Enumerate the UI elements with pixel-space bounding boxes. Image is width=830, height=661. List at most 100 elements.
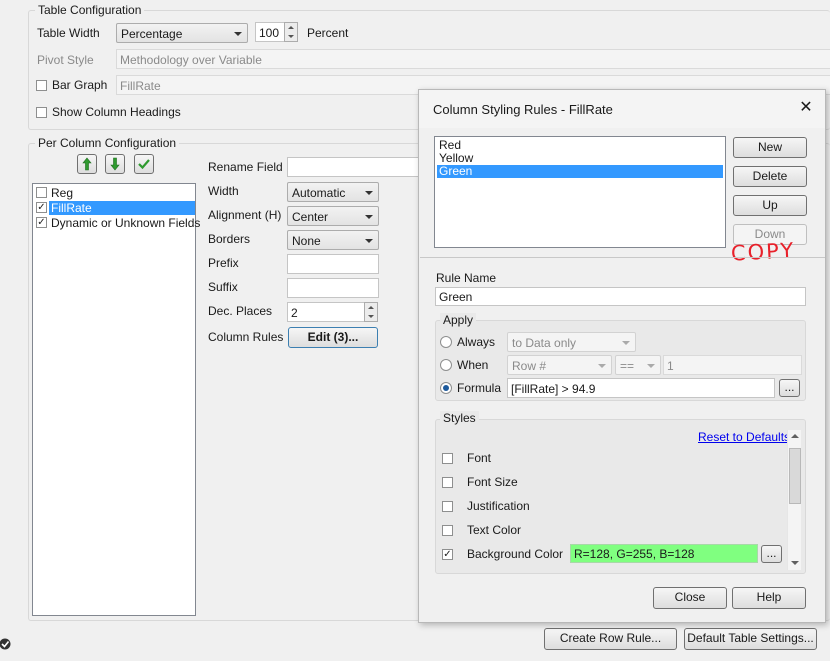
when-field-select: Row # [507,355,612,375]
text-color-label[interactable]: Text Color [467,523,521,537]
when-operator-select: == [615,355,661,375]
bar-graph-label[interactable]: Bar Graph [52,78,107,92]
reset-to-defaults-link[interactable]: Reset to Defaults [698,430,790,444]
formula-radio[interactable] [440,382,452,394]
move-rule-up-button[interactable]: Up [733,195,807,216]
dialog-titlebar[interactable]: Column Styling Rules - FillRate ✕ [419,90,825,128]
close-icon[interactable]: ✕ [797,99,815,117]
green-checkmark-icon [138,159,150,170]
scroll-down-icon[interactable] [788,557,802,569]
check-all-button[interactable] [134,154,154,174]
formula-input[interactable]: [FillRate] > 94.9 [507,378,775,398]
edit-column-rules-button[interactable]: Edit (3)... [288,327,378,348]
chevron-down-icon [598,364,606,368]
field-label: FillRate [49,201,195,215]
background-color-pick-button[interactable]: ... [761,545,782,563]
font-size-checkbox[interactable] [442,477,453,488]
table-width-value-input[interactable]: 100 [255,22,285,42]
formula-label[interactable]: Formula [457,381,501,395]
spin-up-icon[interactable] [368,306,374,309]
dec-places-label: Dec. Places [208,304,273,318]
list-item[interactable]: Green [437,165,723,178]
green-up-arrow-icon [82,157,92,171]
scroll-up-icon[interactable] [788,430,802,442]
show-headings-checkbox[interactable] [36,107,47,118]
help-button[interactable]: Help [732,587,806,609]
close-button[interactable]: Close [653,587,727,609]
background-color-checkbox[interactable]: ✓ [442,549,453,560]
field-checkbox[interactable]: ✓ [36,202,47,213]
field-checkbox[interactable] [36,187,47,198]
spin-down-icon[interactable] [368,315,374,318]
font-size-label[interactable]: Font Size [467,475,518,489]
handwritten-copy-note: COPY [730,238,796,266]
chevron-down-icon [647,364,655,368]
chevron-down-icon [365,191,373,195]
new-rule-button[interactable]: New [733,137,807,158]
rename-field-input[interactable] [287,157,418,177]
font-checkbox[interactable] [442,453,453,464]
justification-checkbox[interactable] [442,501,453,512]
list-item[interactable]: ✓ FillRate [35,201,195,215]
formula-browse-button[interactable]: ... [779,379,800,397]
width-select[interactable]: Automatic [287,182,379,202]
column-rules-label: Column Rules [208,330,284,344]
table-width-label: Table Width [37,26,100,40]
move-down-button[interactable] [105,154,125,174]
rename-field-label: Rename Field [208,160,283,174]
when-radio[interactable] [440,359,452,371]
prefix-label: Prefix [208,256,239,270]
styles-scrollbar[interactable] [787,430,801,570]
rules-list[interactable]: Red Yellow Green [434,136,726,248]
text-color-checkbox[interactable] [442,525,453,536]
create-row-rule-button[interactable]: Create Row Rule... [544,628,677,650]
green-down-arrow-icon [110,157,120,171]
list-item[interactable]: Yellow [437,152,723,165]
dec-places-spinner[interactable] [364,302,378,322]
always-radio[interactable] [440,336,452,348]
pivot-style-value: Methodology over Variable [120,53,262,67]
apply-group-title: Apply [440,313,477,327]
show-headings-label[interactable]: Show Column Headings [52,105,181,119]
per-column-title: Per Column Configuration [35,136,180,150]
when-field-value: Row # [512,359,547,373]
suffix-input[interactable] [287,278,379,298]
bar-graph-checkbox[interactable] [36,80,47,91]
scroll-thumb[interactable] [789,448,801,504]
when-value-input: 1 [663,355,802,375]
table-width-unit-label: Percent [307,26,349,40]
background-color-value: R=128, G=255, B=128 [574,547,695,561]
dialog-title: Column Styling Rules - FillRate [433,102,613,117]
rule-name-input[interactable]: Green [435,287,806,306]
prefix-input[interactable] [287,254,379,274]
field-checkbox[interactable]: ✓ [36,217,47,228]
always-label[interactable]: Always [457,335,495,349]
when-operator-value: == [620,359,635,373]
justification-label[interactable]: Justification [467,499,530,513]
list-item[interactable]: Red [437,139,723,152]
column-field-list[interactable]: Reg ✓ FillRate ✓ Dynamic or Unknown Fiel… [32,183,200,616]
styles-group-title: Styles [440,411,479,425]
borders-select[interactable]: None [287,230,379,250]
width-value: Automatic [292,186,346,200]
spin-up-icon[interactable] [288,26,294,29]
default-table-settings-button[interactable]: Default Table Settings... [684,628,817,650]
table-width-spinner[interactable] [284,22,298,42]
formula-value: [FillRate] > 94.9 [511,382,596,396]
delete-rule-button[interactable]: Delete [733,166,807,187]
spin-down-icon[interactable] [288,35,294,38]
font-label[interactable]: Font [467,451,491,465]
chevron-down-icon [622,341,630,345]
list-item[interactable]: ✓ Dynamic or Unknown Fields [35,216,200,230]
table-width-mode-select[interactable]: Percentage [116,23,248,43]
when-label[interactable]: When [457,358,488,372]
dec-places-input[interactable]: 2 [287,302,365,322]
suffix-label: Suffix [208,280,238,294]
borders-value: None [292,234,321,248]
background-color-label[interactable]: Background Color [467,547,563,561]
alignment-select[interactable]: Center [287,206,379,226]
always-scope-select: to Data only [507,332,636,352]
table-config-title: Table Configuration [35,3,145,17]
move-up-button[interactable] [77,154,97,174]
list-item[interactable]: Reg [35,186,193,200]
